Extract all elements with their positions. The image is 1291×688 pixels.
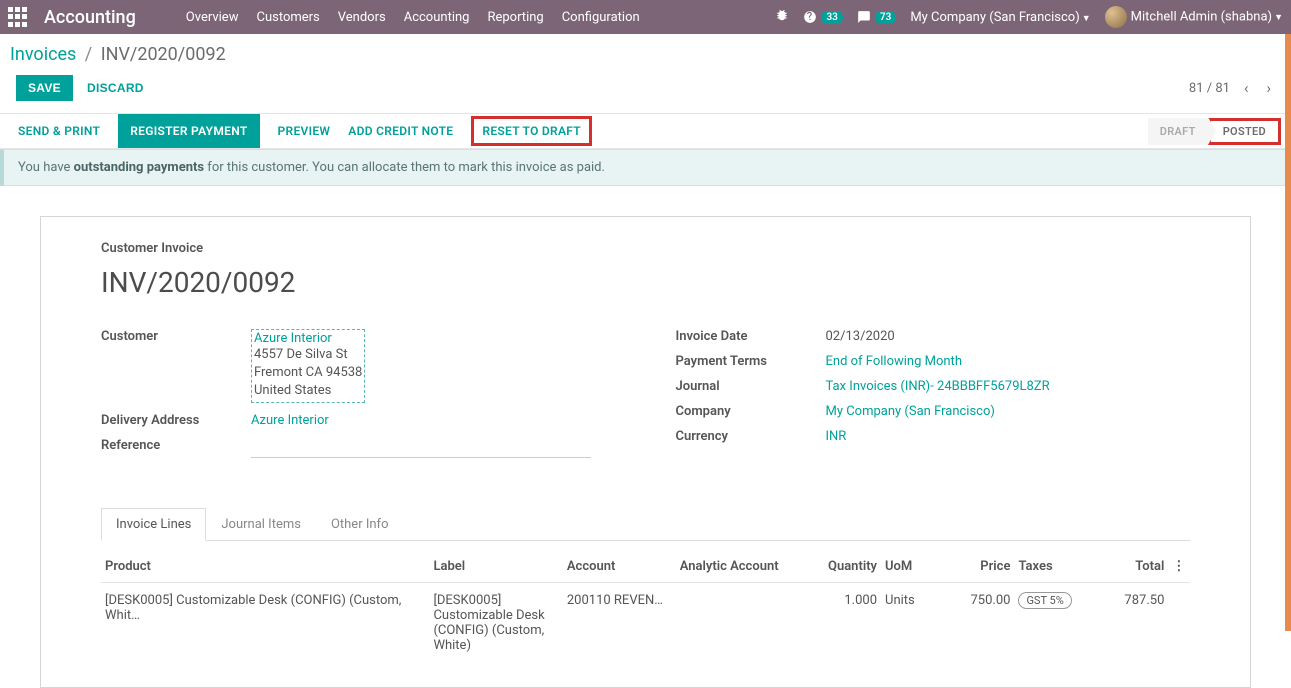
th-total: Total (1097, 551, 1169, 583)
nav-configuration[interactable]: Configuration (562, 10, 640, 25)
table-header-row: Product Label Account Analytic Account Q… (101, 551, 1190, 583)
journal-label: Journal (676, 379, 826, 394)
status-draft[interactable]: DRAFT (1148, 118, 1208, 145)
form-col-right: Invoice Date 02/13/2020 Payment Terms En… (676, 329, 1191, 468)
cell-uom[interactable]: Units (881, 582, 943, 663)
invoice-lines-table: Product Label Account Analytic Account Q… (101, 551, 1190, 663)
save-button[interactable]: SAVE (16, 75, 73, 101)
activities-badge: 33 (821, 11, 842, 24)
cell-price[interactable]: 750.00 (943, 582, 1015, 663)
customer-label: Customer (101, 329, 251, 403)
form-subtitle: Customer Invoice (101, 241, 1190, 256)
cell-quantity[interactable]: 1.000 (809, 582, 881, 663)
delivery-link[interactable]: Azure Interior (251, 413, 329, 428)
company-label: Company (676, 404, 826, 419)
terms-link[interactable]: End of Following Month (826, 354, 962, 369)
actions-row: SAVE DISCARD 81 / 81 ‹ › (0, 65, 1291, 113)
th-uom: UoM (881, 551, 943, 583)
th-kebab-icon[interactable]: ⋮ (1168, 551, 1190, 583)
breadcrumb: Invoices / INV/2020/0092 (10, 44, 226, 65)
th-label: Label (429, 551, 562, 583)
customer-link[interactable]: Azure Interior (254, 331, 362, 346)
add-credit-note-button[interactable]: ADD CREDIT NOTE (348, 114, 453, 148)
status-posted[interactable]: POSTED (1208, 118, 1281, 145)
info-banner: You have outstanding payments for this c… (0, 149, 1291, 186)
delivery-label: Delivery Address (101, 413, 251, 428)
reset-to-draft-button[interactable]: RESET TO DRAFT (471, 116, 592, 146)
topbar-right: 33 73 My Company (San Francisco)▼ Mitche… (775, 6, 1283, 28)
nav-accounting[interactable]: Accounting (404, 10, 470, 25)
terms-label: Payment Terms (676, 354, 826, 369)
invdate-value: 02/13/2020 (826, 329, 895, 344)
actions-left: SAVE DISCARD (16, 75, 144, 101)
cell-label[interactable]: [DESK0005] Customizable Desk (CONFIG) (C… (429, 582, 562, 663)
send-print-button[interactable]: SEND & PRINT (18, 114, 100, 148)
scrollbar[interactable] (1285, 34, 1291, 631)
reference-input[interactable] (251, 442, 591, 458)
status-buttons: SEND & PRINT REGISTER PAYMENT PREVIEW AD… (18, 114, 592, 148)
currency-link[interactable]: INR (826, 429, 847, 444)
avatar (1105, 6, 1127, 28)
form-col-left: Customer Azure Interior 4557 De Silva St… (101, 329, 616, 468)
apps-icon[interactable] (8, 7, 28, 27)
breadcrumb-row: Invoices / INV/2020/0092 (0, 34, 1291, 65)
topbar: Accounting Overview Customers Vendors Ac… (0, 0, 1291, 34)
tab-other-info[interactable]: Other Info (316, 508, 404, 541)
nav-vendors[interactable]: Vendors (338, 10, 386, 25)
pager-next[interactable]: › (1262, 77, 1275, 99)
form-columns: Customer Azure Interior 4557 De Silva St… (101, 329, 1190, 468)
th-quantity: Quantity (809, 551, 881, 583)
discard-button[interactable]: DISCARD (87, 81, 144, 95)
register-payment-button[interactable]: REGISTER PAYMENT (118, 114, 259, 148)
breadcrumb-sep: / (85, 44, 92, 65)
cell-product[interactable]: [DESK0005] Customizable Desk (CONFIG) (C… (101, 582, 429, 663)
cell-account[interactable]: 200110 REVEN… (563, 582, 676, 663)
tax-tag: GST 5% (1018, 592, 1071, 609)
table-row[interactable]: [DESK0005] Customizable Desk (CONFIG) (C… (101, 582, 1190, 663)
bug-icon[interactable] (775, 8, 789, 26)
pager-prev[interactable]: ‹ (1240, 77, 1253, 99)
app-brand: Accounting (44, 7, 136, 28)
nav-overview[interactable]: Overview (186, 10, 239, 25)
journal-link[interactable]: Tax Invoices (INR)- 24BBBFF5679L8ZR (826, 379, 1050, 394)
breadcrumb-current: INV/2020/0092 (101, 44, 226, 65)
invdate-label: Invoice Date (676, 329, 826, 344)
preview-button[interactable]: PREVIEW (278, 114, 331, 148)
company-selector[interactable]: My Company (San Francisco)▼ (910, 10, 1090, 25)
pager: 81 / 81 ‹ › (1189, 77, 1275, 99)
pager-count: 81 / 81 (1189, 81, 1230, 96)
status-bar: SEND & PRINT REGISTER PAYMENT PREVIEW AD… (0, 113, 1291, 149)
reference-label: Reference (101, 438, 251, 458)
tabs: Invoice Lines Journal Items Other Info (101, 508, 1190, 541)
tab-invoice-lines[interactable]: Invoice Lines (101, 508, 206, 541)
nav-customers[interactable]: Customers (256, 10, 319, 25)
discuss-badge: 73 (875, 11, 896, 24)
status-flow: DRAFT POSTED (1148, 118, 1281, 145)
th-price: Price (943, 551, 1015, 583)
th-account: Account (563, 551, 676, 583)
nav-reporting[interactable]: Reporting (487, 10, 543, 25)
cell-total: 787.50 (1097, 582, 1169, 663)
th-product: Product (101, 551, 429, 583)
breadcrumb-root[interactable]: Invoices (10, 44, 76, 65)
tab-journal-items[interactable]: Journal Items (206, 508, 316, 541)
discuss-icon[interactable]: 73 (857, 10, 896, 24)
form-title: INV/2020/0092 (101, 266, 1190, 299)
th-analytic: Analytic Account (676, 551, 809, 583)
currency-label: Currency (676, 429, 826, 444)
cell-taxes[interactable]: GST 5% (1014, 582, 1096, 663)
th-taxes: Taxes (1014, 551, 1096, 583)
customer-value[interactable]: Azure Interior 4557 De Silva St Fremont … (251, 329, 365, 403)
user-menu[interactable]: Mitchell Admin (shabna)▼ (1105, 6, 1283, 28)
form-sheet: Customer Invoice INV/2020/0092 Customer … (40, 216, 1251, 688)
activities-icon[interactable]: 33 (803, 10, 842, 24)
nav-menu: Overview Customers Vendors Accounting Re… (186, 10, 776, 25)
cell-analytic[interactable] (676, 582, 809, 663)
company-link[interactable]: My Company (San Francisco) (826, 404, 995, 419)
